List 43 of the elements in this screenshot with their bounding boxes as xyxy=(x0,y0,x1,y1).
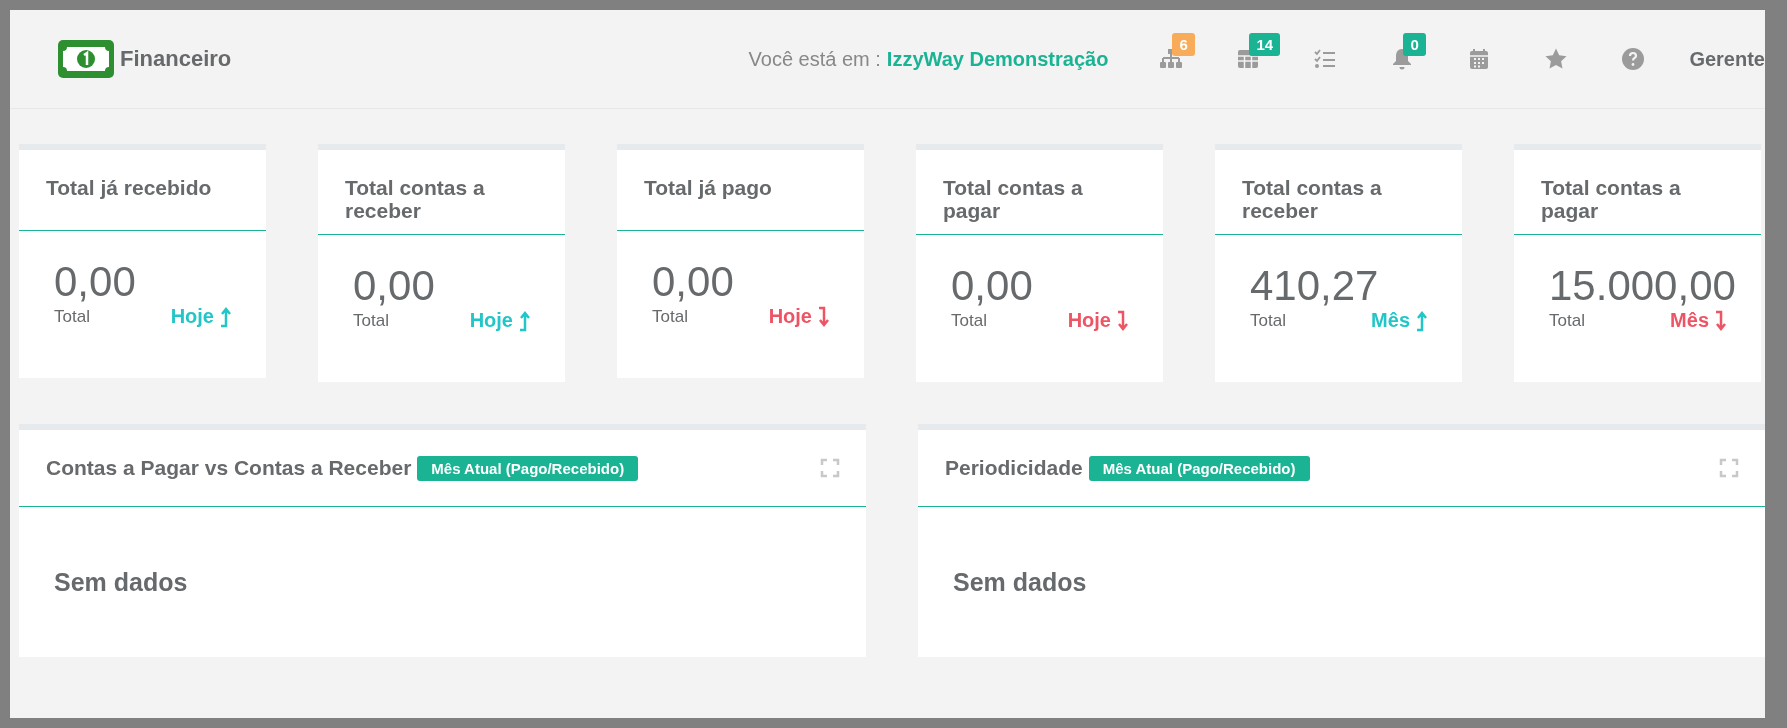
period-link[interactable]: Hoje xyxy=(1067,309,1129,332)
period-link[interactable]: Mês xyxy=(1371,309,1428,332)
period-link[interactable]: Hoje xyxy=(768,305,830,328)
checklist-icon[interactable] xyxy=(1312,47,1337,71)
stat-value: 0,00 xyxy=(951,263,1034,309)
stat-caption: Total xyxy=(1250,310,1286,331)
stat-value: 0,00 xyxy=(353,263,436,309)
count-badge: 14 xyxy=(1249,33,1281,56)
panel-title: Periodicidade xyxy=(945,456,1083,480)
no-data-text: Sem dados xyxy=(953,567,1087,597)
company-link[interactable]: IzzyWay Demonstração xyxy=(886,47,1109,71)
stat-value: 0,00 xyxy=(652,259,735,305)
period-link[interactable]: Hoje xyxy=(469,309,531,332)
card-title: Total já pago xyxy=(644,176,773,199)
stat-value: 0,00 xyxy=(54,259,137,305)
period-label: Mês Atual (Pago/Recebido) xyxy=(1088,455,1310,481)
stat-value: 15.000,00 xyxy=(1549,263,1737,309)
card-title: Total contas a pagar xyxy=(1541,176,1682,222)
stat-value: 410,27 xyxy=(1250,263,1380,309)
period-link[interactable]: Mês xyxy=(1670,309,1727,332)
stat-caption: Total xyxy=(652,306,688,327)
no-data-text: Sem dados xyxy=(54,567,188,597)
card-title: Total contas a receber xyxy=(1242,176,1383,222)
count-badge: 0 xyxy=(1403,33,1426,56)
period-label: Mês Atual (Pago/Recebido) xyxy=(417,455,639,481)
user-menu[interactable]: Gerente xyxy=(1689,47,1765,71)
panel-title: Contas a Pagar vs Contas a Receber xyxy=(46,456,412,480)
period-link[interactable]: Hoje xyxy=(170,305,232,328)
stat-caption: Total xyxy=(353,310,389,331)
page-title: Financeiro xyxy=(120,46,232,72)
help-icon[interactable] xyxy=(1620,47,1645,71)
stat-caption: Total xyxy=(54,306,90,327)
stat-caption: Total xyxy=(1549,310,1585,331)
stat-caption: Total xyxy=(951,310,987,331)
location-label: Você está em : xyxy=(748,47,881,71)
card-title: Total contas a receber xyxy=(345,176,486,222)
card-title: Total contas a pagar xyxy=(943,176,1084,222)
card-title: Total já recebido xyxy=(46,176,213,199)
money-icon xyxy=(58,40,114,78)
star-icon[interactable] xyxy=(1543,47,1568,71)
expand-icon[interactable] xyxy=(1719,458,1739,478)
count-badge: 6 xyxy=(1172,33,1195,56)
expand-icon[interactable] xyxy=(820,458,840,478)
